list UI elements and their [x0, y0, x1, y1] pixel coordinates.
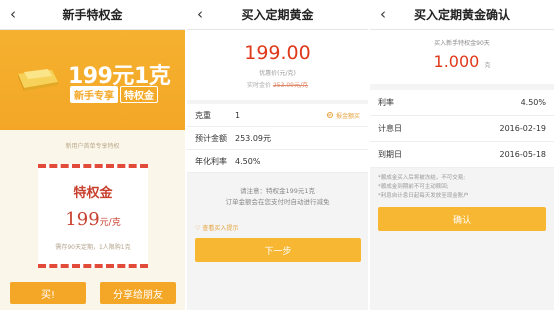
confirm-amount-label: 买入新手特权金90天 [434, 40, 490, 47]
privilege-note-line2: 订单金额会在您支付时自动进行减免 [225, 198, 330, 206]
order-form: 克重 1 ⇄ 报金额买 预计金额 253.09元 年化利率 4.50% [187, 104, 368, 173]
annual-rate-value: 4.50% [235, 156, 261, 166]
view-buy-tips-label: 查看买入提示 [202, 225, 239, 232]
chevron-left-icon[interactable]: ‹ [10, 5, 16, 23]
maturity-value: 2016-05-18 [499, 150, 547, 159]
maturity-label: 到期日 [378, 150, 402, 159]
tag-privilege: 特权金 [120, 86, 158, 103]
rate-value: 4.50% [520, 98, 546, 107]
buy-by-amount-label: 报金额买 [335, 112, 360, 120]
row-rate: 利率 4.50% [370, 90, 554, 116]
page-title: 买入定期黄金 [241, 8, 314, 22]
voucher-note: 需存90天定期，1人限购1克 [55, 244, 131, 251]
interest-start-label: 计息日 [378, 124, 402, 133]
tip-line: *利息自计息日起每天发放至现金账户 [378, 193, 469, 199]
swap-icon: ⇄ [326, 112, 333, 118]
realtime-price-value: 253.09元/克 [272, 82, 308, 89]
banner-tags: 新手专享 特权金 [70, 86, 158, 103]
tip-line: *顺成金到期前不可主动赎回; [378, 184, 449, 190]
row-estimated-amount: 预计金额 253.09元 [187, 127, 368, 150]
screen-buy-fixed-gold: ‹ 买入定期黄金 199.00 优惠价(元/克) 实时金价 253.09元/克 … [187, 0, 368, 310]
share-button[interactable]: 分享给朋友 [100, 282, 176, 304]
confirm-tips: *顺成金买入后将被冻结，不可交易; *顺成金到期前不可主动赎回; *利息自计息日… [378, 174, 469, 201]
voucher-price-value: 199 [65, 209, 100, 230]
nav-bar: ‹ 新手特权金 [0, 0, 185, 30]
annual-rate-label: 年化利率 [195, 156, 227, 166]
weight-input[interactable]: 1 [235, 111, 240, 120]
buy-by-amount-link[interactable]: ⇄ 报金额买 [326, 111, 360, 120]
heart-icon: ♡ [195, 225, 201, 232]
promo-banner: 199元1克 新手专享 特权金 [0, 30, 185, 130]
voucher-price: 199元/克 [38, 209, 148, 230]
confirm-amount: 1.000 克 [370, 52, 554, 71]
page-title: 买入定期黄金确认 [413, 8, 510, 22]
page-title: 新手特权金 [62, 8, 123, 22]
view-buy-tips-link[interactable]: ♡ 查看买入提示 [195, 223, 238, 232]
screen-privilege-gold: ‹ 新手特权金 199元1克 新手专享 特权金 新用户首单专享特权 特权金 19… [0, 0, 185, 310]
nav-bar: ‹ 买入定期黄金 [187, 0, 368, 30]
nav-bar: ‹ 买入定期黄金确认 [370, 0, 554, 30]
row-weight: 克重 1 ⇄ 报金额买 [187, 104, 368, 127]
confirm-amount-unit: 克 [484, 62, 491, 69]
realtime-price: 实时金价 253.09元/克 [187, 80, 368, 89]
confirm-amount-panel: 买入新手特权金90天 1.000 克 [370, 30, 554, 84]
chevron-left-icon[interactable]: ‹ [380, 5, 386, 23]
rate-label: 利率 [378, 98, 394, 107]
privilege-note: 请注意：特权金199元1克 订单金额会在您支付时自动进行减免 [187, 186, 368, 208]
row-maturity: 到期日 2016-05-18 [370, 142, 554, 168]
row-interest-start: 计息日 2016-02-19 [370, 116, 554, 142]
screen-confirm-buy: ‹ 买入定期黄金确认 买入新手特权金90天 1.000 克 利率 4.50% 计… [370, 0, 554, 310]
estimated-amount-value: 253.09元 [235, 133, 271, 143]
confirm-amount-value: 1.000 [433, 52, 480, 71]
price-panel: 199.00 优惠价(元/克) 实时金价 253.09元/克 [187, 30, 368, 100]
tip-line: *顺成金买入后将被冻结，不可交易; [378, 175, 466, 181]
chevron-left-icon[interactable]: ‹ [197, 5, 203, 23]
weight-label: 克重 [195, 110, 211, 120]
privilege-note-line1: 请注意：特权金199元1克 [239, 187, 316, 195]
estimated-amount-label: 预计金额 [195, 133, 227, 143]
tag-newbie: 新手专享 [70, 86, 118, 103]
voucher-title: 特权金 [73, 186, 113, 201]
confirm-button[interactable]: 确认 [378, 207, 546, 231]
realtime-price-label: 实时金价 [247, 82, 272, 89]
discount-price: 199.00 [244, 42, 311, 64]
voucher-price-unit: 元/克 [99, 218, 121, 228]
privilege-voucher: 特权金 199元/克 需存90天定期，1人限购1克 [38, 164, 148, 268]
buy-button[interactable]: 买! [10, 282, 86, 304]
discount-price-label: 优惠价(元/克) [259, 70, 296, 77]
row-annual-rate: 年化利率 4.50% [187, 150, 368, 173]
interest-start-value: 2016-02-19 [499, 124, 547, 133]
confirm-info: 利率 4.50% 计息日 2016-02-19 到期日 2016-05-18 [370, 90, 554, 168]
newbie-hint: 新用户首单专享特权 [65, 143, 120, 150]
next-step-button[interactable]: 下一步 [195, 238, 361, 262]
gold-bar-icon [18, 69, 58, 91]
